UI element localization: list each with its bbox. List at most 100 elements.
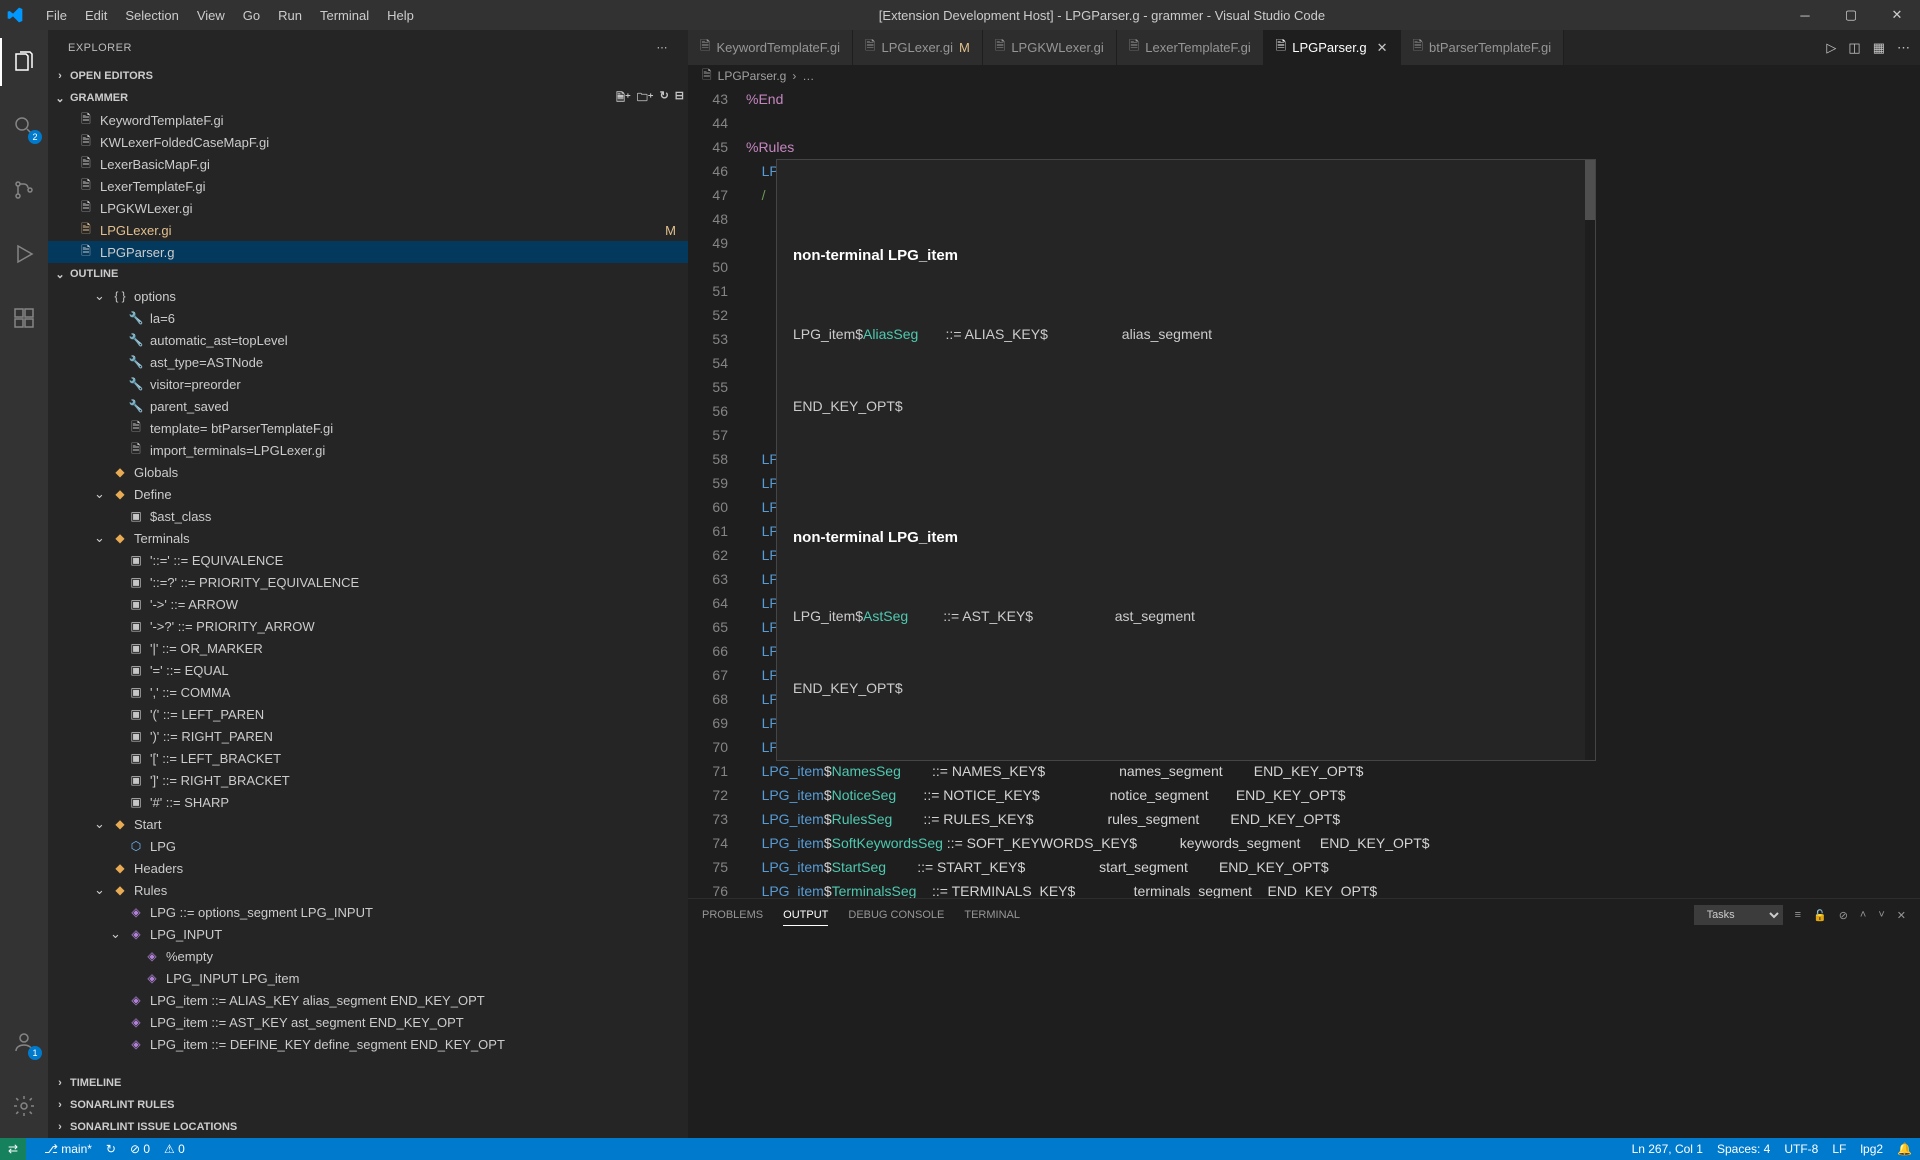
cursor-position[interactable]: Ln 267, Col 1 (1632, 1142, 1703, 1156)
outline-item[interactable]: ⌄◆Rules (48, 879, 688, 901)
outline-header[interactable]: ⌄OUTLINE (48, 263, 688, 285)
menu-selection[interactable]: Selection (117, 4, 186, 27)
close-icon[interactable]: ✕ (1377, 40, 1388, 56)
refresh-icon[interactable]: ↻ (660, 89, 669, 108)
outline-item[interactable]: 🗎template= btParserTemplateF.gi (48, 417, 688, 439)
sonarlint-issues-header[interactable]: ›SONARLINT ISSUE LOCATIONS (48, 1116, 688, 1138)
errors-count[interactable]: ⊘ 0 (130, 1142, 150, 1156)
folder-header[interactable]: ⌄GRAMMER 🗎⁺ 🗀⁺ ↻ ⊟ (48, 87, 688, 109)
timeline-header[interactable]: ›TIMELINE (48, 1072, 688, 1094)
panel-chevron-icon[interactable]: ˅ (1878, 909, 1884, 921)
outline-item[interactable]: ▣'[' ::= LEFT_BRACKET (48, 747, 688, 769)
encoding[interactable]: UTF-8 (1784, 1142, 1818, 1156)
panel-tab-output[interactable]: OUTPUT (783, 905, 828, 926)
search-icon[interactable]: 2 (0, 102, 48, 150)
maximize-button[interactable]: ▢ (1828, 0, 1874, 30)
menu-view[interactable]: View (189, 4, 233, 27)
code-editor[interactable]: 4344454647484950515253545556575859606162… (688, 87, 1920, 898)
tab-btParserTemplateF.gi[interactable]: 🗎btParserTemplateF.gi (1401, 30, 1565, 65)
minimize-button[interactable]: ─ (1782, 0, 1828, 30)
filter-icon[interactable]: ≡ (1795, 909, 1801, 921)
open-editors-header[interactable]: ›OPEN EDITORS (48, 65, 688, 87)
eol[interactable]: LF (1832, 1142, 1846, 1156)
account-icon[interactable]: 1 (0, 1018, 48, 1066)
new-folder-icon[interactable]: 🗀⁺ (637, 89, 654, 108)
outline-item[interactable]: ⬡LPG (48, 835, 688, 857)
explorer-icon[interactable] (0, 38, 48, 86)
outline-item[interactable]: ◆Headers (48, 857, 688, 879)
file-LexerBasicMapF.gi[interactable]: 🗎LexerBasicMapF.gi (48, 153, 688, 175)
outline-item[interactable]: ◈LPG_item ::= AST_KEY ast_segment END_KE… (48, 1011, 688, 1033)
sonarlint-rules-header[interactable]: ›SONARLINT RULES (48, 1094, 688, 1116)
outline-item[interactable]: ▣'::=?' ::= PRIORITY_EQUIVALENCE (48, 571, 688, 593)
warnings-count[interactable]: ⚠ 0 (164, 1142, 185, 1156)
menu-run[interactable]: Run (270, 4, 310, 27)
outline-item[interactable]: ◈%empty (48, 945, 688, 967)
outline-item[interactable]: ⌄{ }options (48, 285, 688, 307)
panel-tab-debug console[interactable]: DEBUG CONSOLE (848, 905, 944, 925)
outline-item[interactable]: ▣'#' ::= SHARP (48, 791, 688, 813)
panel-tab-terminal[interactable]: TERMINAL (964, 905, 1020, 925)
outline-item[interactable]: ◆Globals (48, 461, 688, 483)
sync-button[interactable]: ↻ (106, 1142, 116, 1156)
clear-icon[interactable]: ⊘ (1839, 909, 1848, 922)
outline-item[interactable]: ▣'=' ::= EQUAL (48, 659, 688, 681)
file-LPGKWLexer.gi[interactable]: 🗎LPGKWLexer.gi (48, 197, 688, 219)
outline-item[interactable]: ▣')' ::= RIGHT_PAREN (48, 725, 688, 747)
new-file-icon[interactable]: 🗎⁺ (616, 89, 631, 108)
menu-go[interactable]: Go (235, 4, 268, 27)
run-icon[interactable]: ▷ (1826, 40, 1836, 56)
outline-item[interactable]: ▣']' ::= RIGHT_BRACKET (48, 769, 688, 791)
panel-maximize-icon[interactable]: ˄ (1860, 909, 1866, 921)
extensions-icon[interactable] (0, 294, 48, 342)
output-channel-select[interactable]: Tasks (1694, 905, 1783, 925)
layout-icon[interactable]: ▦ (1873, 40, 1885, 56)
git-branch[interactable]: ⎇ main* (44, 1142, 92, 1156)
run-debug-icon[interactable] (0, 230, 48, 278)
outline-item[interactable]: ◈LPG ::= options_segment LPG_INPUT (48, 901, 688, 923)
outline-item[interactable]: ▣'->?' ::= PRIORITY_ARROW (48, 615, 688, 637)
outline-item[interactable]: ◈LPG_item ::= ALIAS_KEY alias_segment EN… (48, 989, 688, 1011)
file-KWLexerFoldedCaseMapF.gi[interactable]: 🗎KWLexerFoldedCaseMapF.gi (48, 131, 688, 153)
outline-item[interactable]: ⌄◈LPG_INPUT (48, 923, 688, 945)
outline-item[interactable]: ▣'|' ::= OR_MARKER (48, 637, 688, 659)
outline-item[interactable]: 🔧ast_type=ASTNode (48, 351, 688, 373)
outline-item[interactable]: ⌄◆Start (48, 813, 688, 835)
outline-item[interactable]: ▣'->' ::= ARROW (48, 593, 688, 615)
file-LexerTemplateF.gi[interactable]: 🗎LexerTemplateF.gi (48, 175, 688, 197)
file-LPGLexer.gi[interactable]: 🗎LPGLexer.giM (48, 219, 688, 241)
source-control-icon[interactable] (0, 166, 48, 214)
breadcrumb[interactable]: 🗎 LPGParser.g › … (688, 65, 1920, 87)
more-icon[interactable]: ⋯ (1897, 40, 1910, 56)
outline-item[interactable]: ▣'::=' ::= EQUIVALENCE (48, 549, 688, 571)
sidebar-more-icon[interactable]: ⋯ (657, 41, 669, 54)
outline-item[interactable]: ⌄◆Define (48, 483, 688, 505)
menu-file[interactable]: File (38, 4, 75, 27)
close-button[interactable]: ✕ (1874, 0, 1920, 30)
file-KeywordTemplateF.gi[interactable]: 🗎KeywordTemplateF.gi (48, 109, 688, 131)
minimap[interactable] (1840, 87, 1920, 898)
lock-icon[interactable]: 🔓 (1813, 909, 1827, 922)
collapse-icon[interactable]: ⊟ (675, 89, 684, 108)
language-mode[interactable]: lpg2 (1860, 1142, 1883, 1156)
outline-item[interactable]: 🔧la=6 (48, 307, 688, 329)
tab-LPGParser.g[interactable]: 🗎LPGParser.g✕ (1264, 30, 1401, 65)
outline-item[interactable]: ◈LPG_item ::= DEFINE_KEY define_segment … (48, 1033, 688, 1055)
outline-item[interactable]: ▣',' ::= COMMA (48, 681, 688, 703)
tab-LPGKWLexer.gi[interactable]: 🗎LPGKWLexer.gi (983, 30, 1117, 65)
outline-item[interactable]: 🔧visitor=preorder (48, 373, 688, 395)
remote-indicator[interactable]: ⇄ (0, 1138, 26, 1160)
panel-tab-problems[interactable]: PROBLEMS (702, 905, 763, 925)
outline-item[interactable]: 🗎import_terminals=LPGLexer.gi (48, 439, 688, 461)
notifications-icon[interactable]: 🔔 (1897, 1142, 1912, 1156)
menu-edit[interactable]: Edit (77, 4, 115, 27)
file-LPGParser.g[interactable]: 🗎LPGParser.g (48, 241, 688, 263)
menu-help[interactable]: Help (379, 4, 422, 27)
tab-LPGLexer.gi[interactable]: 🗎LPGLexer.giM (853, 30, 983, 65)
outline-item[interactable]: ▣'(' ::= LEFT_PAREN (48, 703, 688, 725)
panel-close-icon[interactable]: ✕ (1897, 909, 1906, 922)
menu-terminal[interactable]: Terminal (312, 4, 377, 27)
outline-item[interactable]: 🔧parent_saved (48, 395, 688, 417)
outline-item[interactable]: 🔧automatic_ast=topLevel (48, 329, 688, 351)
settings-gear-icon[interactable] (0, 1082, 48, 1130)
